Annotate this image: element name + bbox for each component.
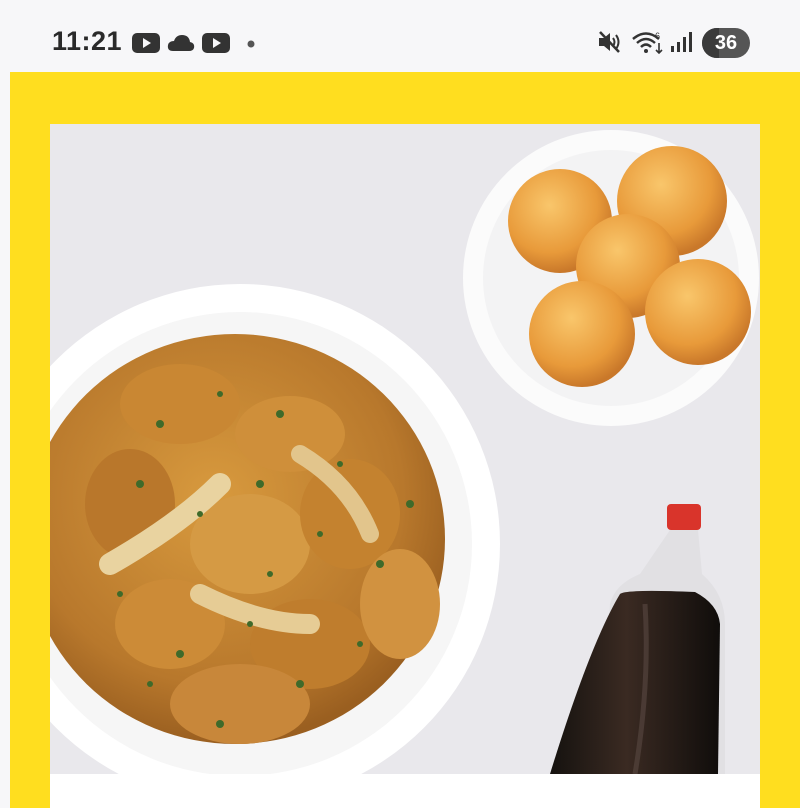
battery-level: 36 bbox=[714, 32, 738, 54]
status-time: 11:21 bbox=[52, 26, 123, 56]
food-photo-illustration bbox=[50, 130, 759, 774]
youtube-icon bbox=[132, 33, 160, 53]
food-combo-photo[interactable] bbox=[50, 124, 760, 774]
status-bar: 11:21 6 36 bbox=[0, 0, 800, 72]
battery-indicator: 36 bbox=[702, 28, 750, 58]
signal-icon bbox=[671, 32, 692, 52]
cloud-icon bbox=[167, 35, 195, 51]
cola-bottle bbox=[548, 504, 725, 774]
fried-chicken-plate bbox=[50, 284, 500, 774]
youtube-icon bbox=[202, 33, 230, 53]
mute-icon bbox=[599, 31, 620, 53]
promo-details-card[interactable] bbox=[50, 774, 760, 808]
wifi-icon: 6 bbox=[632, 31, 663, 54]
svg-text:6: 6 bbox=[655, 31, 660, 41]
dot-icon bbox=[247, 40, 255, 48]
cheese-ball-plate bbox=[463, 130, 759, 426]
